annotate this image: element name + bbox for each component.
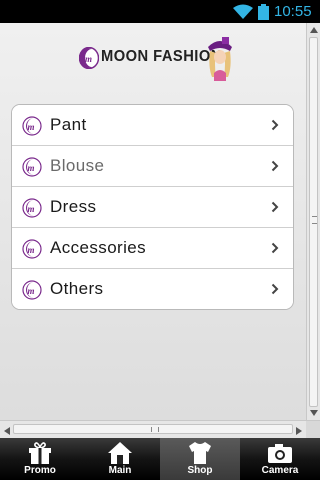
scroll-up-arrow-icon[interactable]	[310, 27, 318, 33]
menu-item-label: Blouse	[50, 156, 105, 175]
menu-item-dress[interactable]: m Dress	[12, 187, 293, 228]
menu-item-pant[interactable]: m Pant	[12, 105, 293, 146]
vertical-scroll-thumb[interactable]	[309, 37, 318, 407]
fashion-girl-icon	[208, 37, 232, 81]
tshirt-icon	[189, 442, 211, 464]
status-bar: 10:55	[0, 0, 320, 23]
menu-item-label: Dress	[50, 197, 97, 216]
vertical-scrollbar[interactable]	[306, 23, 320, 420]
moon-m-icon: m	[22, 157, 42, 177]
horizontal-scrollbar[interactable]	[0, 420, 320, 439]
tab-main[interactable]: Main	[80, 438, 160, 480]
content-area: m MOON FASHION m Pant m Blouse m Dress m…	[0, 23, 320, 438]
svg-text:m: m	[28, 122, 35, 132]
chevron-right-icon	[271, 283, 279, 295]
scroll-grip-icon	[151, 427, 159, 432]
bottom-tab-bar: Promo Main Shop Camera	[0, 438, 320, 480]
tab-promo[interactable]: Promo	[0, 438, 80, 480]
scroll-right-arrow-icon[interactable]	[296, 427, 302, 435]
wifi-icon	[233, 4, 253, 19]
brand-logo-icon: m	[79, 47, 99, 69]
scroll-left-arrow-icon[interactable]	[4, 427, 10, 435]
chevron-right-icon	[271, 160, 279, 172]
home-icon	[108, 442, 132, 464]
tab-camera[interactable]: Camera	[240, 438, 320, 480]
brand-header: m MOON FASHION	[0, 33, 305, 83]
svg-text:m: m	[28, 204, 35, 214]
chevron-right-icon	[271, 119, 279, 131]
tab-shop[interactable]: Shop	[160, 438, 240, 480]
svg-text:m: m	[28, 163, 35, 173]
scrollbar-corner	[306, 421, 320, 439]
tab-label: Promo	[24, 465, 56, 476]
chevron-right-icon	[271, 242, 279, 254]
menu-item-label: Others	[50, 279, 104, 298]
menu-item-blouse[interactable]: m Blouse	[12, 146, 293, 187]
status-clock: 10:55	[274, 3, 312, 20]
gift-icon	[29, 442, 51, 464]
moon-m-icon: m	[22, 198, 42, 218]
svg-text:m: m	[28, 286, 35, 296]
camera-icon	[268, 444, 292, 463]
tab-label: Camera	[261, 465, 299, 476]
moon-m-icon: m	[22, 280, 42, 300]
moon-m-icon: m	[22, 116, 42, 136]
scroll-down-arrow-icon[interactable]	[310, 410, 318, 416]
battery-icon	[258, 4, 269, 20]
svg-text:m: m	[85, 54, 92, 64]
horizontal-scroll-thumb[interactable]	[13, 424, 293, 434]
moon-m-icon: m	[22, 239, 42, 259]
tab-label: Main	[108, 465, 132, 476]
menu-item-others[interactable]: m Others	[12, 269, 293, 309]
tab-label: Shop	[187, 465, 213, 476]
scroll-grip-icon	[312, 216, 317, 224]
svg-text:m: m	[28, 245, 35, 255]
menu-item-label: Accessories	[50, 238, 147, 257]
menu-item-accessories[interactable]: m Accessories	[12, 228, 293, 269]
category-menu: m Pant m Blouse m Dress m Accessories m …	[11, 104, 294, 310]
menu-item-label: Pant	[50, 115, 87, 134]
chevron-right-icon	[271, 201, 279, 213]
